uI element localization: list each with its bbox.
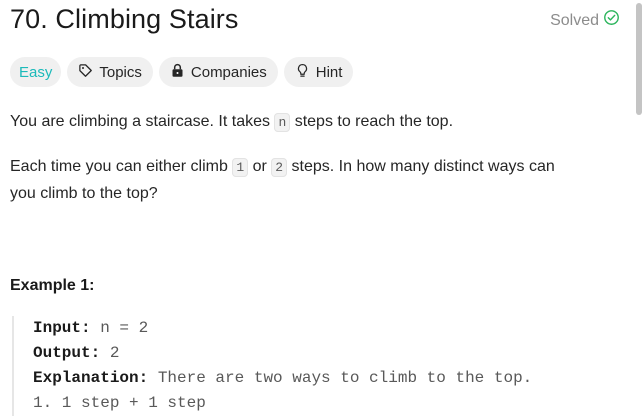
output-label: Output: (33, 344, 101, 362)
inline-code-n: n (274, 113, 291, 132)
tag-row: Easy Topics Companies Hint (10, 57, 354, 87)
input-value: n = 2 (90, 319, 149, 337)
example-step-line: 1. 1 step + 1 step (33, 394, 206, 412)
output-value: 2 (100, 344, 120, 362)
problem-title: 70. Climbing Stairs (10, 4, 239, 34)
example-1-title: Example 1: (10, 277, 95, 294)
scrollbar[interactable] (634, 0, 644, 419)
description-text: You are climbing a staircase. It takes (10, 113, 275, 130)
inline-code-2: 2 (271, 158, 288, 177)
description-text: steps. In how many distinct ways can (287, 158, 555, 175)
description-text: steps to reach the top. (290, 113, 454, 130)
tag-icon (78, 63, 93, 82)
description-paragraph-2: Each time you can either climb 1 or 2 st… (10, 154, 610, 207)
topics-button[interactable]: Topics (67, 57, 153, 87)
input-label: Input: (33, 319, 91, 337)
description-text: you climb to the top? (10, 185, 158, 202)
companies-button[interactable]: Companies (158, 57, 278, 87)
solved-label: Solved (550, 11, 599, 29)
inline-code-1: 1 (232, 158, 249, 177)
hint-label: Hint (315, 63, 343, 81)
check-circle-icon (603, 9, 620, 32)
example-1-block: Input: n = 2 Output: 2 Explanation: Ther… (12, 316, 612, 416)
description-paragraph-1: You are climbing a staircase. It takes n… (10, 109, 610, 136)
title-row: 70. Climbing Stairs Solved (10, 2, 620, 38)
example-output-line: Output: 2 (33, 341, 612, 366)
difficulty-badge: Easy (10, 57, 62, 87)
hint-button[interactable]: Hint (283, 57, 354, 87)
explanation-value: There are two ways to climb to the top. (148, 369, 533, 387)
lock-icon (170, 63, 185, 82)
example-explanation-line: Explanation: There are two ways to climb… (33, 366, 612, 391)
description-text: or (248, 158, 272, 175)
example-input-line: Input: n = 2 (33, 316, 612, 341)
lightbulb-icon (295, 63, 310, 82)
solved-status: Solved (550, 9, 620, 32)
scrollbar-thumb[interactable] (636, 3, 642, 115)
companies-label: Companies (190, 63, 267, 81)
description-text: Each time you can either climb (10, 158, 233, 175)
explanation-label: Explanation: (33, 369, 149, 387)
difficulty-label: Easy (19, 63, 53, 81)
topics-label: Topics (99, 63, 142, 81)
